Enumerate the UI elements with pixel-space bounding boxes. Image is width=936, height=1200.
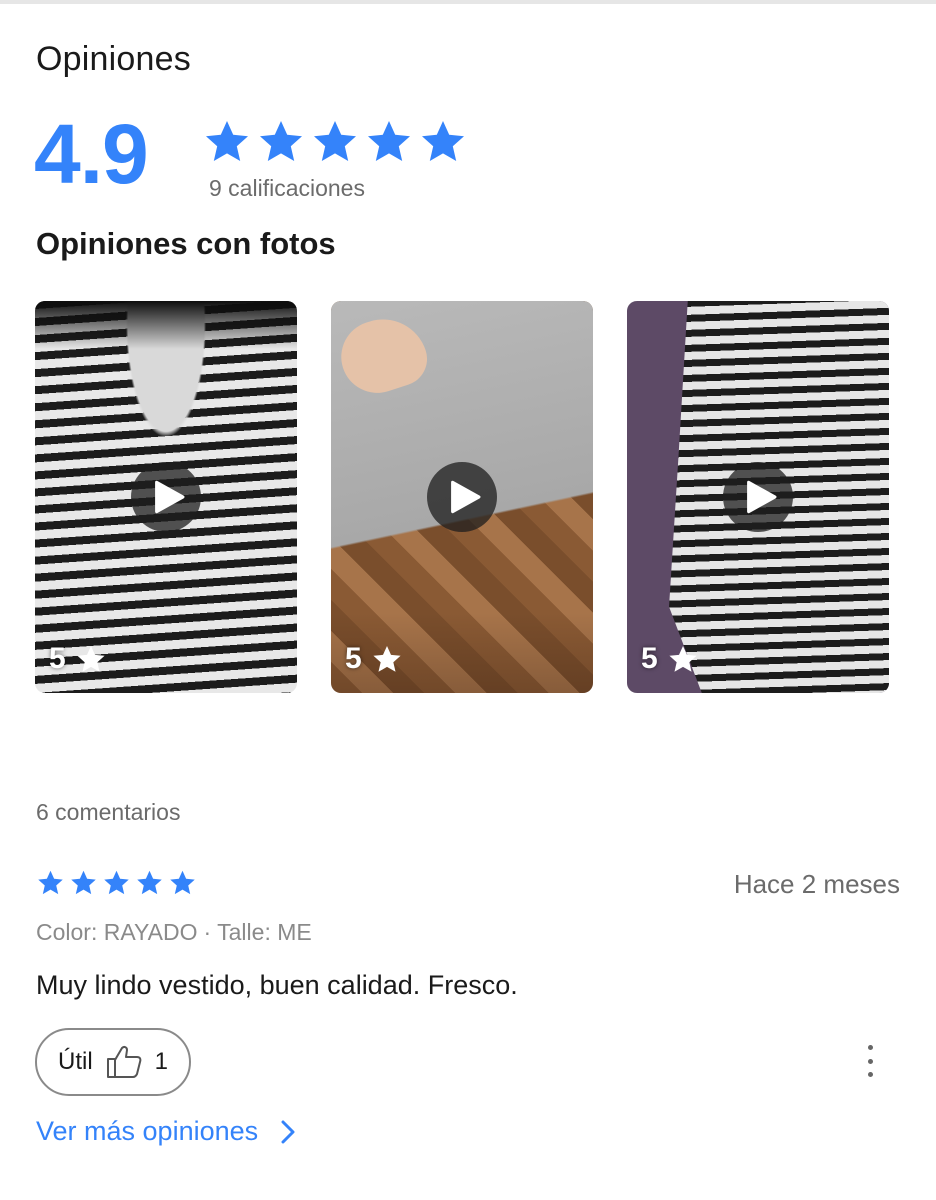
score-value: 5 — [641, 642, 658, 675]
see-more-label: Ver más opiniones — [36, 1116, 259, 1146]
comments-count: 6 comentarios — [36, 799, 181, 825]
play-icon — [155, 480, 185, 514]
star-icon — [77, 645, 105, 672]
ratings-count: 9 calificaciones — [209, 175, 365, 201]
score-value: 5 — [345, 642, 362, 675]
play-button[interactable] — [427, 462, 497, 532]
play-button[interactable] — [723, 462, 793, 532]
review-video-thumbnail[interactable]: 5 — [35, 301, 297, 693]
review-stars — [36, 869, 197, 897]
review-color: Color: RAYADO — [36, 919, 198, 945]
star-icon — [104, 870, 129, 895]
useful-label: Útil — [57, 1048, 93, 1075]
top-divider — [0, 0, 936, 4]
play-icon — [451, 480, 481, 514]
chevron-right-icon — [281, 1120, 295, 1143]
star-icon — [71, 870, 96, 895]
review-text: Muy lindo vestido, buen calidad. Fresco. — [36, 970, 518, 1000]
useful-count: 1 — [154, 1048, 169, 1075]
review-video-thumbnail[interactable]: 5 — [627, 301, 889, 693]
thumbnail-score: 5 — [641, 642, 699, 676]
star-icon — [422, 121, 464, 161]
star-icon — [38, 870, 63, 895]
photos-section-title: Opiniones con fotos — [36, 226, 336, 261]
play-button[interactable] — [131, 462, 201, 532]
review-variant: Color: RAYADO · Talle: ME — [36, 919, 312, 946]
review-size: Talle: ME — [217, 919, 312, 945]
review-date: Hace 2 meses — [733, 869, 900, 899]
thumbs-up-icon — [106, 1045, 142, 1078]
star-icon — [373, 645, 401, 672]
score-value: 5 — [49, 642, 66, 675]
thumbnail-score: 5 — [345, 642, 403, 676]
meta-separator: · — [203, 919, 212, 945]
play-icon — [747, 480, 777, 514]
review-video-thumbnail[interactable]: 5 — [331, 301, 593, 693]
reviews-page: Opiniones 4.9 9 calificaciones Opiniones… — [0, 0, 936, 1200]
section-title: Opiniones — [36, 40, 191, 78]
star-icon — [669, 645, 697, 672]
star-icon — [314, 121, 356, 161]
more-vertical-icon[interactable] — [860, 1045, 880, 1077]
see-more-reviews-link[interactable]: Ver más opiniones — [36, 1116, 296, 1147]
star-icon — [137, 870, 162, 895]
useful-button[interactable]: Útil 1 — [35, 1028, 191, 1096]
average-rating: 4.9 — [34, 107, 149, 201]
average-stars — [202, 118, 468, 166]
thumbnail-score: 5 — [49, 642, 107, 676]
star-icon — [368, 121, 410, 161]
star-icon — [206, 121, 248, 161]
star-icon — [260, 121, 302, 161]
star-icon — [170, 870, 195, 895]
